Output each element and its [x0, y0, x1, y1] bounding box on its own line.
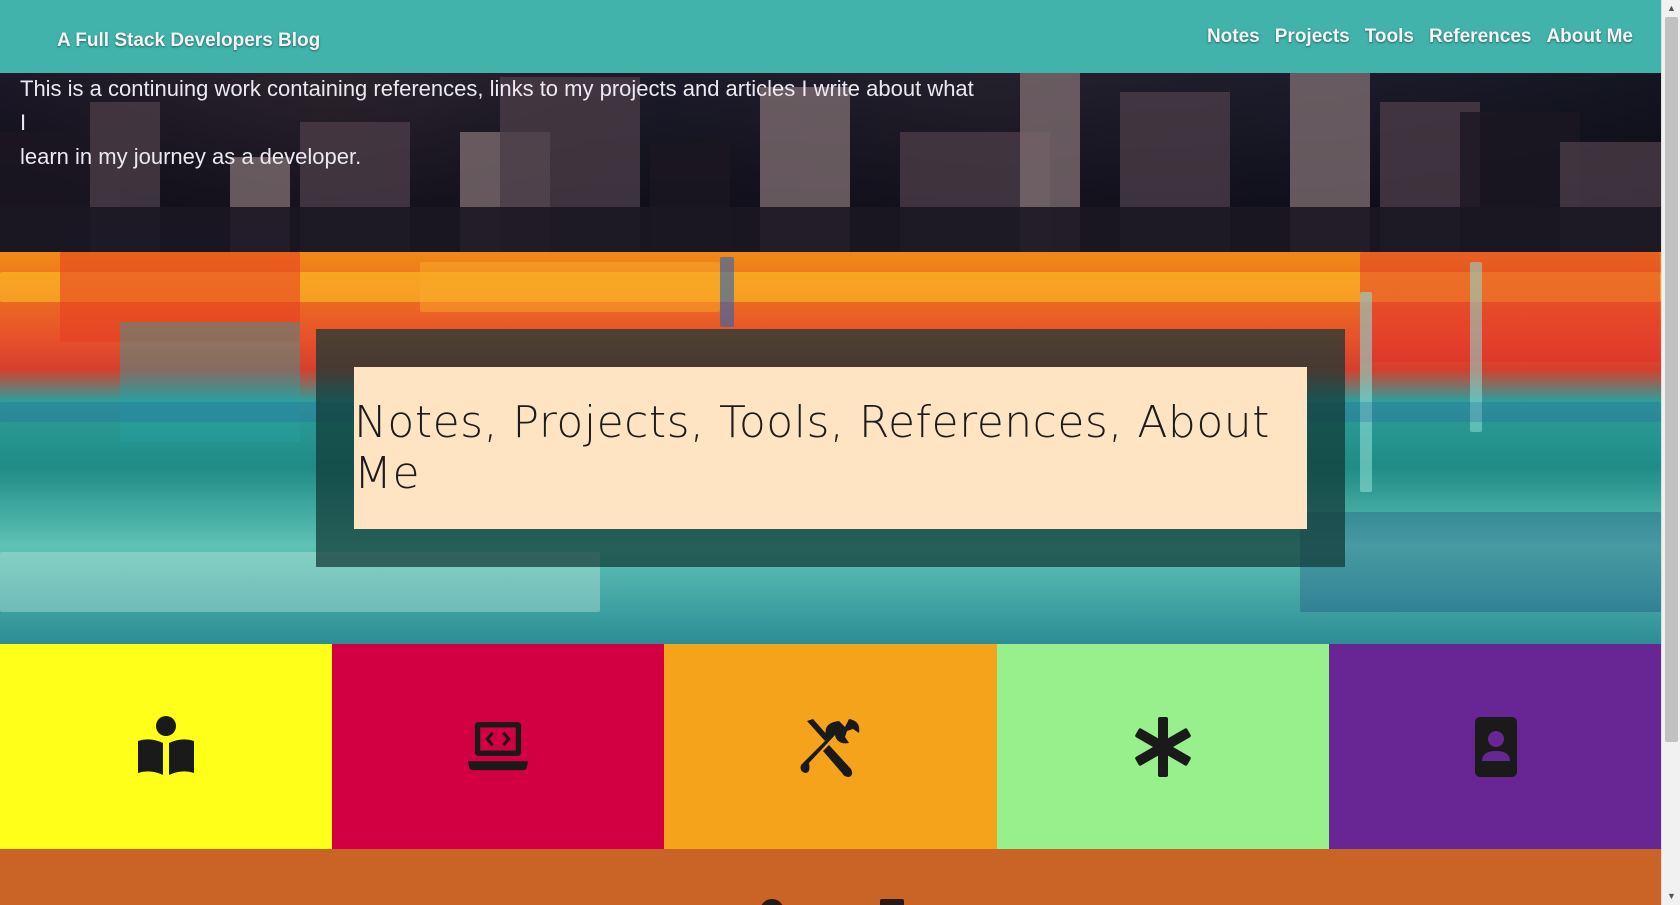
address-book-icon [1474, 716, 1517, 777]
book-reader-icon [138, 715, 195, 775]
tile-about-me[interactable] [1328, 644, 1662, 849]
next-section-icon-peek [880, 899, 904, 905]
tile-projects[interactable] [332, 644, 665, 849]
banner-frame: Notes, Projects, Tools, References, Abou… [316, 329, 1345, 567]
nav-link-references[interactable]: References [1429, 26, 1531, 48]
painted-hero-banner: Notes, Projects, Tools, References, Abou… [0, 252, 1661, 644]
banner-title-box: Notes, Projects, Tools, References, Abou… [354, 367, 1307, 529]
laptop-code-icon [468, 721, 529, 770]
nav-link-projects[interactable]: Projects [1275, 26, 1350, 48]
intro-text: This is a continuing work containing ref… [20, 72, 980, 174]
asterisk-icon [1134, 716, 1191, 777]
intro-line-2: learn in my journey as a developer. [20, 144, 362, 169]
nav-link-notes[interactable]: Notes [1207, 26, 1260, 48]
brand-link[interactable]: A Full Stack Developers Blog [57, 30, 320, 52]
next-section-strip [0, 849, 1661, 905]
nav-link-tools[interactable]: Tools [1365, 26, 1414, 48]
page: This is a continuing work containing ref… [0, 0, 1680, 905]
banner-title: Notes, Projects, Tools, References, Abou… [354, 397, 1270, 499]
nav-link-about-me[interactable]: About Me [1546, 26, 1633, 48]
category-tiles [0, 644, 1662, 849]
next-section-icon-peek [760, 899, 784, 905]
tile-references[interactable] [996, 644, 1329, 849]
intro-line-1: This is a continuing work containing ref… [20, 76, 974, 135]
scroll-down-arrow-icon[interactable]: ▼ [1662, 888, 1680, 905]
scroll-up-arrow-icon[interactable]: ▲ [1662, 0, 1680, 17]
tile-notes[interactable] [0, 644, 333, 849]
tools-icon [800, 718, 859, 777]
scrollbar-thumb[interactable] [1665, 17, 1678, 742]
tile-tools[interactable] [664, 644, 997, 849]
scrollbar[interactable]: ▲ ▼ [1661, 0, 1680, 905]
nav-links: Notes Projects Tools References About Me [1207, 26, 1633, 48]
navbar: A Full Stack Developers Blog Notes Proje… [0, 0, 1661, 73]
